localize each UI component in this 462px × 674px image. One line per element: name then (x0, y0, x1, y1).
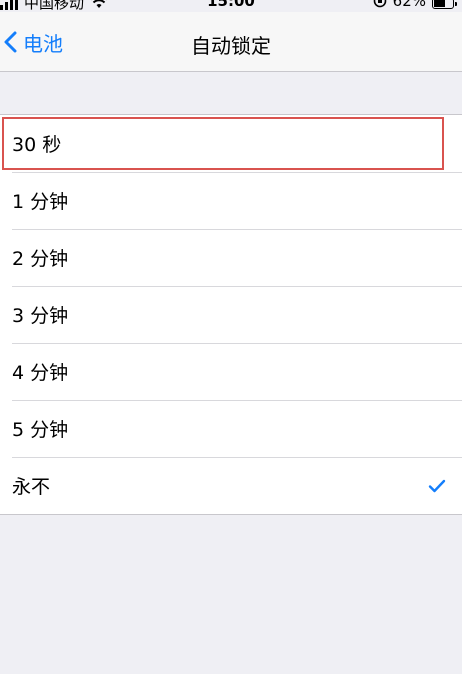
option-label: 永不 (12, 476, 51, 498)
option-label: 1 分钟 (12, 191, 69, 213)
auto-lock-options-list: 30 秒 1 分钟 2 分钟 3 分钟 4 分钟 5 分钟 永不 (0, 114, 462, 515)
battery-icon (432, 0, 457, 9)
option-2-minutes[interactable]: 2 分钟 (0, 229, 462, 286)
auto-lock-screen: 中国移动 15:00 62% 电池 自动锁定 30 秒 1 分钟 2 分钟 3 … (0, 0, 462, 674)
option-3-minutes[interactable]: 3 分钟 (0, 286, 462, 343)
navigation-bar: 电池 自动锁定 (0, 12, 462, 72)
option-5-minutes[interactable]: 5 分钟 (0, 400, 462, 457)
status-bar: 中国移动 15:00 62% (0, 0, 462, 12)
option-label: 2 分钟 (12, 248, 69, 270)
battery-percent: 62% (392, 0, 426, 10)
page-title: 自动锁定 (191, 34, 271, 58)
option-label: 5 分钟 (12, 419, 69, 441)
status-right: 62% (373, 0, 457, 10)
option-30-seconds[interactable]: 30 秒 (0, 115, 446, 172)
option-1-minute[interactable]: 1 分钟 (0, 172, 462, 229)
option-label: 30 秒 (12, 134, 62, 156)
option-label: 4 分钟 (12, 362, 69, 384)
option-4-minutes[interactable]: 4 分钟 (0, 343, 462, 400)
checkmark-icon (428, 479, 446, 492)
rotation-lock-icon (373, 0, 386, 8)
option-label: 3 分钟 (12, 305, 69, 327)
option-never[interactable]: 永不 (0, 457, 462, 514)
battery-level (434, 0, 445, 7)
